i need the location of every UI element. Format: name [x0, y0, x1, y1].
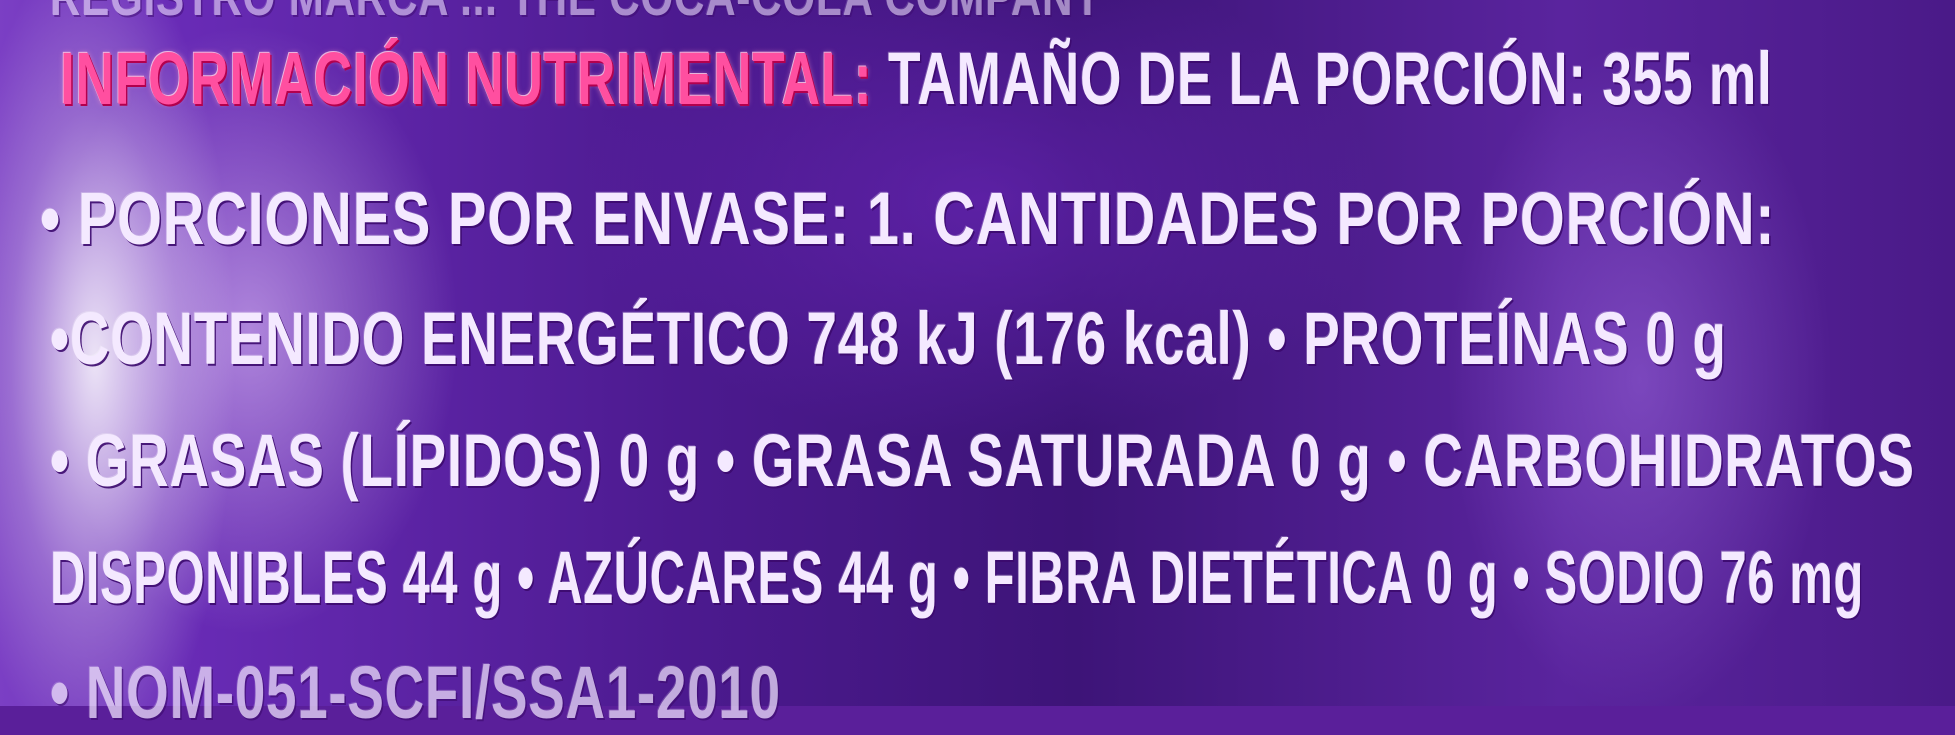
energy-protein-line: •CONTENIDO ENERGÉTICO 748 kJ (176 kcal) … — [50, 297, 1727, 380]
nutrition-title: INFORMACIÓN NUTRIMENTAL: — [60, 37, 873, 120]
servings-per-container-line: • PORCIONES POR ENVASE: 1. CANTIDADES PO… — [40, 177, 1776, 260]
registered-trademark-line: REGISTRO MARCA ... THE COCA-COLA COMPANY — [50, 0, 1102, 28]
sugars-fiber-sodium-line: DISPONIBLES 44 g • AZÚCARES 44 g • FIBRA… — [50, 536, 1864, 619]
nutrition-header-line: INFORMACIÓN NUTRIMENTAL: TAMAÑO DE LA PO… — [60, 36, 1773, 121]
serving-size-text: TAMAÑO DE LA PORCIÓN: 355 ml — [872, 37, 1773, 120]
fats-carbs-line: • GRASAS (LÍPIDOS) 0 g • GRASA SATURADA … — [50, 419, 1915, 502]
norm-reference-line: • NOM-051-SCFI/SSA1-2010 — [50, 651, 781, 734]
